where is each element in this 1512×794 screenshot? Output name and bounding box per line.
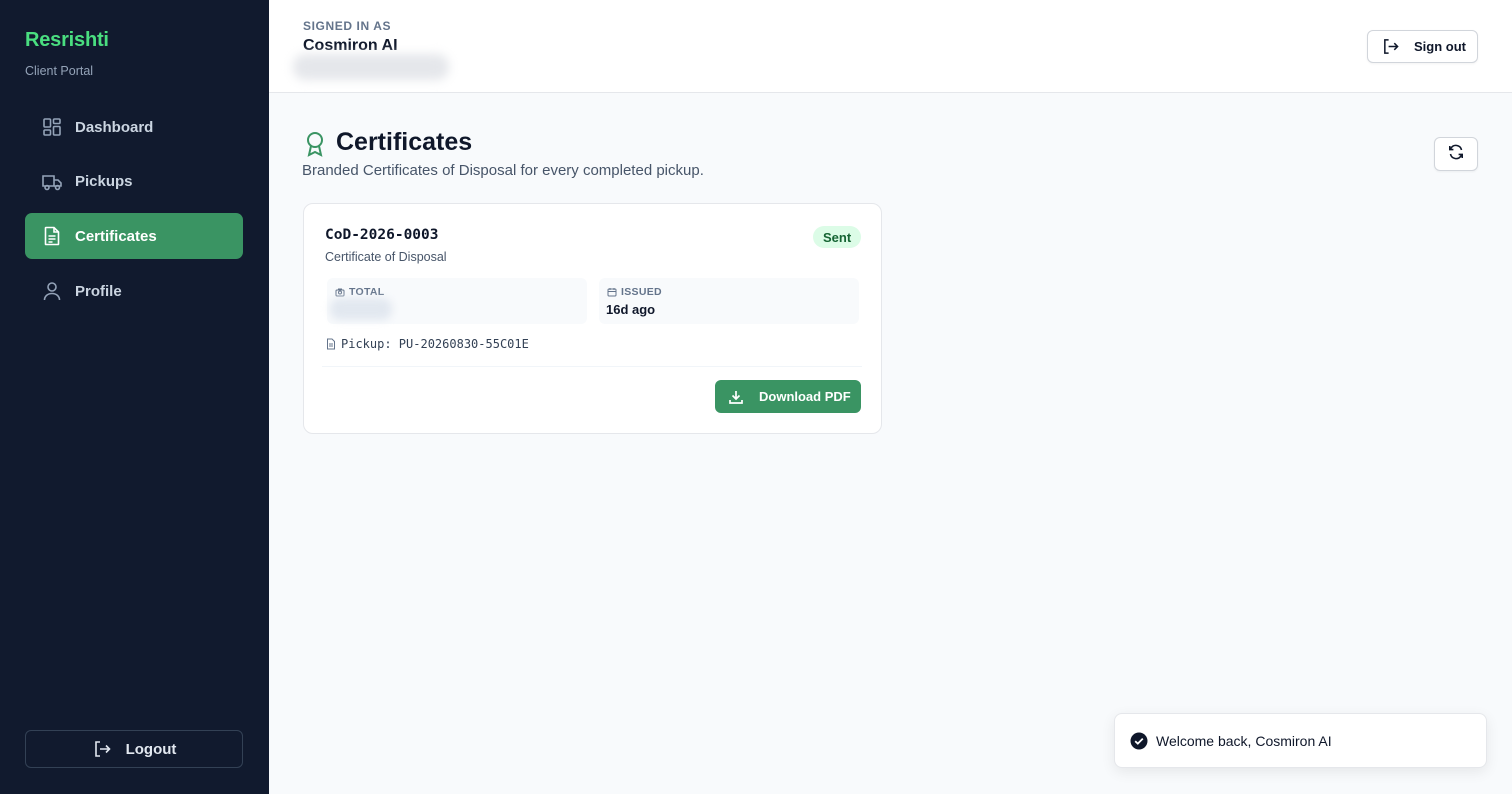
sign-out-button[interactable]: Sign out xyxy=(1367,30,1478,63)
sidebar-item-certificates[interactable]: Certificates xyxy=(25,213,243,260)
issued-stat: ISSUED 16d ago xyxy=(599,278,859,324)
sidebar-item-profile[interactable]: Profile xyxy=(25,268,243,314)
redacted-email xyxy=(293,54,449,80)
file-icon xyxy=(325,337,337,351)
redacted-total-value xyxy=(330,298,392,320)
issued-label-wrap: ISSUED xyxy=(606,286,662,298)
sidebar-item-label: Profile xyxy=(75,282,122,300)
page-subtitle: Branded Certificates of Disposal for eve… xyxy=(302,162,704,179)
issued-label: ISSUED xyxy=(621,286,662,298)
scale-icon xyxy=(334,287,345,298)
brand-subtitle: Client Portal xyxy=(25,64,94,78)
sidebar-item-label: Pickups xyxy=(75,173,133,191)
pickup-text: Pickup: PU-20260830-55C01E xyxy=(341,337,529,351)
refresh-button[interactable] xyxy=(1434,137,1478,171)
download-icon xyxy=(727,388,745,406)
brand-logo[interactable]: Resrishti xyxy=(25,29,109,52)
logout-icon xyxy=(92,739,112,759)
issued-value: 16d ago xyxy=(606,302,656,317)
sidebar-item-label: Dashboard xyxy=(75,118,154,136)
logout-button[interactable]: Logout xyxy=(25,730,243,768)
sign-out-label: Sign out xyxy=(1414,39,1466,54)
top-header: SIGNED IN AS Cosmiron AI Sign out xyxy=(269,0,1512,93)
user-name: Cosmiron AI xyxy=(303,37,398,54)
sidebar-item-dashboard[interactable]: Dashboard xyxy=(25,104,243,150)
toast-message: Welcome back, Cosmiron AI xyxy=(1156,732,1332,749)
total-label-wrap: TOTAL xyxy=(334,286,385,298)
card-divider xyxy=(322,366,862,367)
download-label: Download PDF xyxy=(759,389,851,404)
sidebar-item-label: Certificates xyxy=(75,227,157,245)
total-label: TOTAL xyxy=(349,286,385,298)
sidebar: Resrishti Client Portal Dashboard Pickup… xyxy=(0,0,269,794)
sign-out-icon xyxy=(1381,38,1399,56)
pickup-reference: Pickup: PU-20260830-55C01E xyxy=(325,337,529,351)
certificate-type: Certificate of Disposal xyxy=(325,250,447,264)
award-icon xyxy=(303,131,327,157)
certificate-id: CoD-2026-0003 xyxy=(325,227,439,243)
total-stat: TOTAL xyxy=(327,278,587,324)
logout-label: Logout xyxy=(125,740,177,758)
status-badge: Sent xyxy=(813,226,862,248)
signed-in-label: SIGNED IN AS xyxy=(303,19,392,33)
truck-icon xyxy=(41,171,63,193)
document-icon xyxy=(41,225,63,247)
sidebar-item-pickups[interactable]: Pickups xyxy=(25,159,243,205)
calendar-icon xyxy=(606,287,617,298)
refresh-icon xyxy=(1448,144,1464,165)
certificate-card: CoD-2026-0003 Certificate of Disposal Se… xyxy=(303,203,882,434)
user-icon xyxy=(41,280,63,302)
download-pdf-button[interactable]: Download PDF xyxy=(715,380,861,413)
dashboard-icon xyxy=(41,116,63,138)
check-circle-icon xyxy=(1129,731,1148,750)
page-title: Certificates xyxy=(336,128,473,156)
toast-notification: Welcome back, Cosmiron AI xyxy=(1114,713,1487,768)
sidebar-nav: Dashboard Pickups Certificates Profile xyxy=(25,104,243,323)
